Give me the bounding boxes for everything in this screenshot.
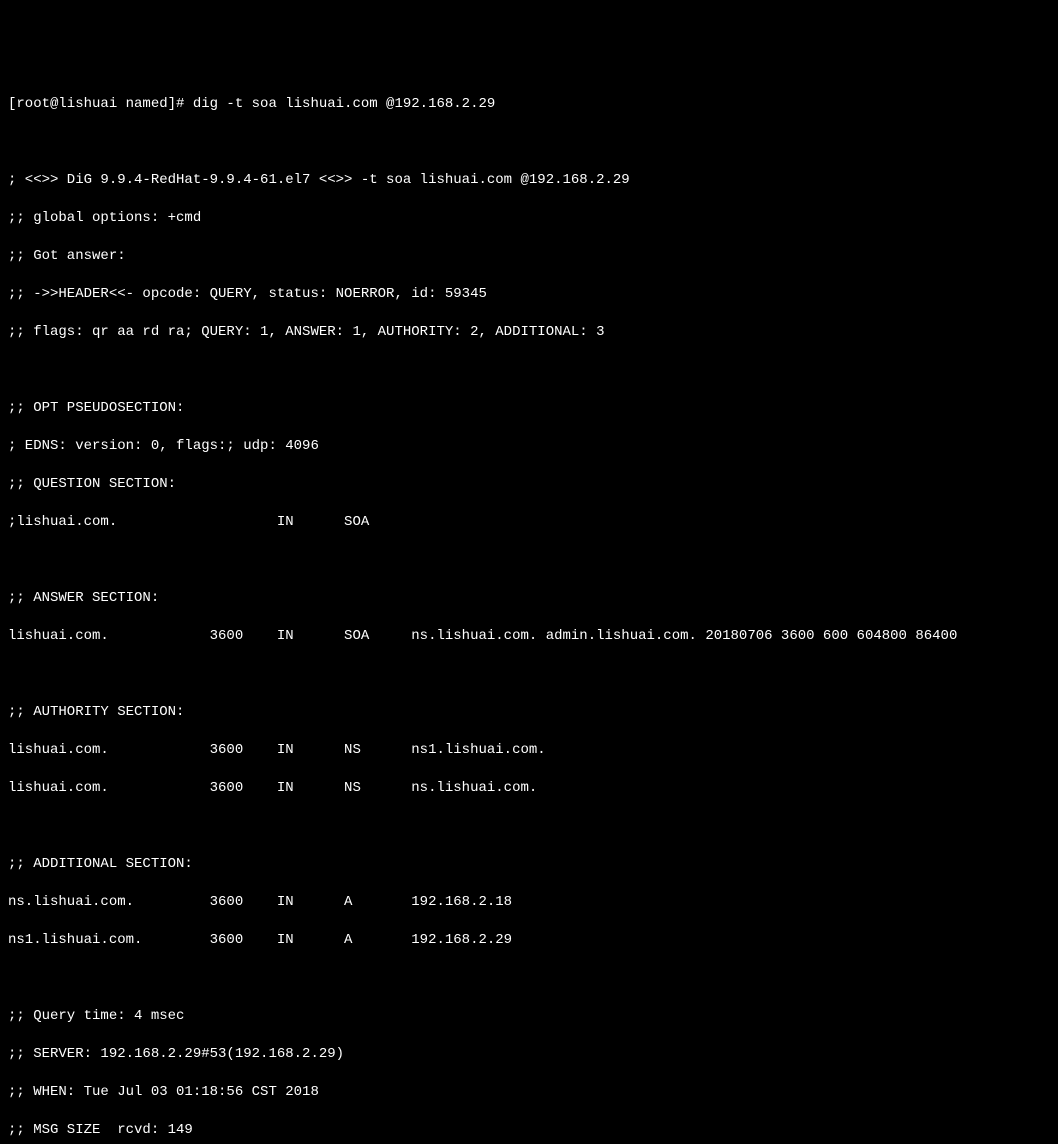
output-line: ;; ->>HEADER<<- opcode: QUERY, status: N…	[8, 285, 1050, 304]
output-line: ;; QUESTION SECTION:	[8, 475, 1050, 494]
output-line: ;; ANSWER SECTION:	[8, 589, 1050, 608]
output-line: ns.lishuai.com. 3600 IN A 192.168.2.18	[8, 893, 1050, 912]
output-line: ; <<>> DiG 9.9.4-RedHat-9.9.4-61.el7 <<>…	[8, 171, 1050, 190]
output-line: ns1.lishuai.com. 3600 IN A 192.168.2.29	[8, 931, 1050, 950]
output-line	[8, 817, 1050, 836]
output-line: lishuai.com. 3600 IN SOA ns.lishuai.com.…	[8, 627, 1050, 646]
output-line: ;; SERVER: 192.168.2.29#53(192.168.2.29)	[8, 1045, 1050, 1064]
output-line	[8, 665, 1050, 684]
output-line: ; EDNS: version: 0, flags:; udp: 4096	[8, 437, 1050, 456]
output-line: ;; WHEN: Tue Jul 03 01:18:56 CST 2018	[8, 1083, 1050, 1102]
output-line: ;; ADDITIONAL SECTION:	[8, 855, 1050, 874]
output-line: ;; Query time: 4 msec	[8, 1007, 1050, 1026]
prompt-line: [root@lishuai named]# dig -t soa lishuai…	[8, 95, 1050, 114]
output-line: ;; OPT PSEUDOSECTION:	[8, 399, 1050, 418]
terminal[interactable]: [root@lishuai named]# dig -t soa lishuai…	[0, 76, 1058, 1144]
output-line	[8, 133, 1050, 152]
output-line: ;; AUTHORITY SECTION:	[8, 703, 1050, 722]
output-line: ;; Got answer:	[8, 247, 1050, 266]
output-line: ;; MSG SIZE rcvd: 149	[8, 1121, 1050, 1140]
output-line: ;lishuai.com. IN SOA	[8, 513, 1050, 532]
output-line	[8, 551, 1050, 570]
output-line: lishuai.com. 3600 IN NS ns.lishuai.com.	[8, 779, 1050, 798]
output-line: ;; global options: +cmd	[8, 209, 1050, 228]
output-line: lishuai.com. 3600 IN NS ns1.lishuai.com.	[8, 741, 1050, 760]
output-line	[8, 969, 1050, 988]
output-line: ;; flags: qr aa rd ra; QUERY: 1, ANSWER:…	[8, 323, 1050, 342]
output-line	[8, 361, 1050, 380]
